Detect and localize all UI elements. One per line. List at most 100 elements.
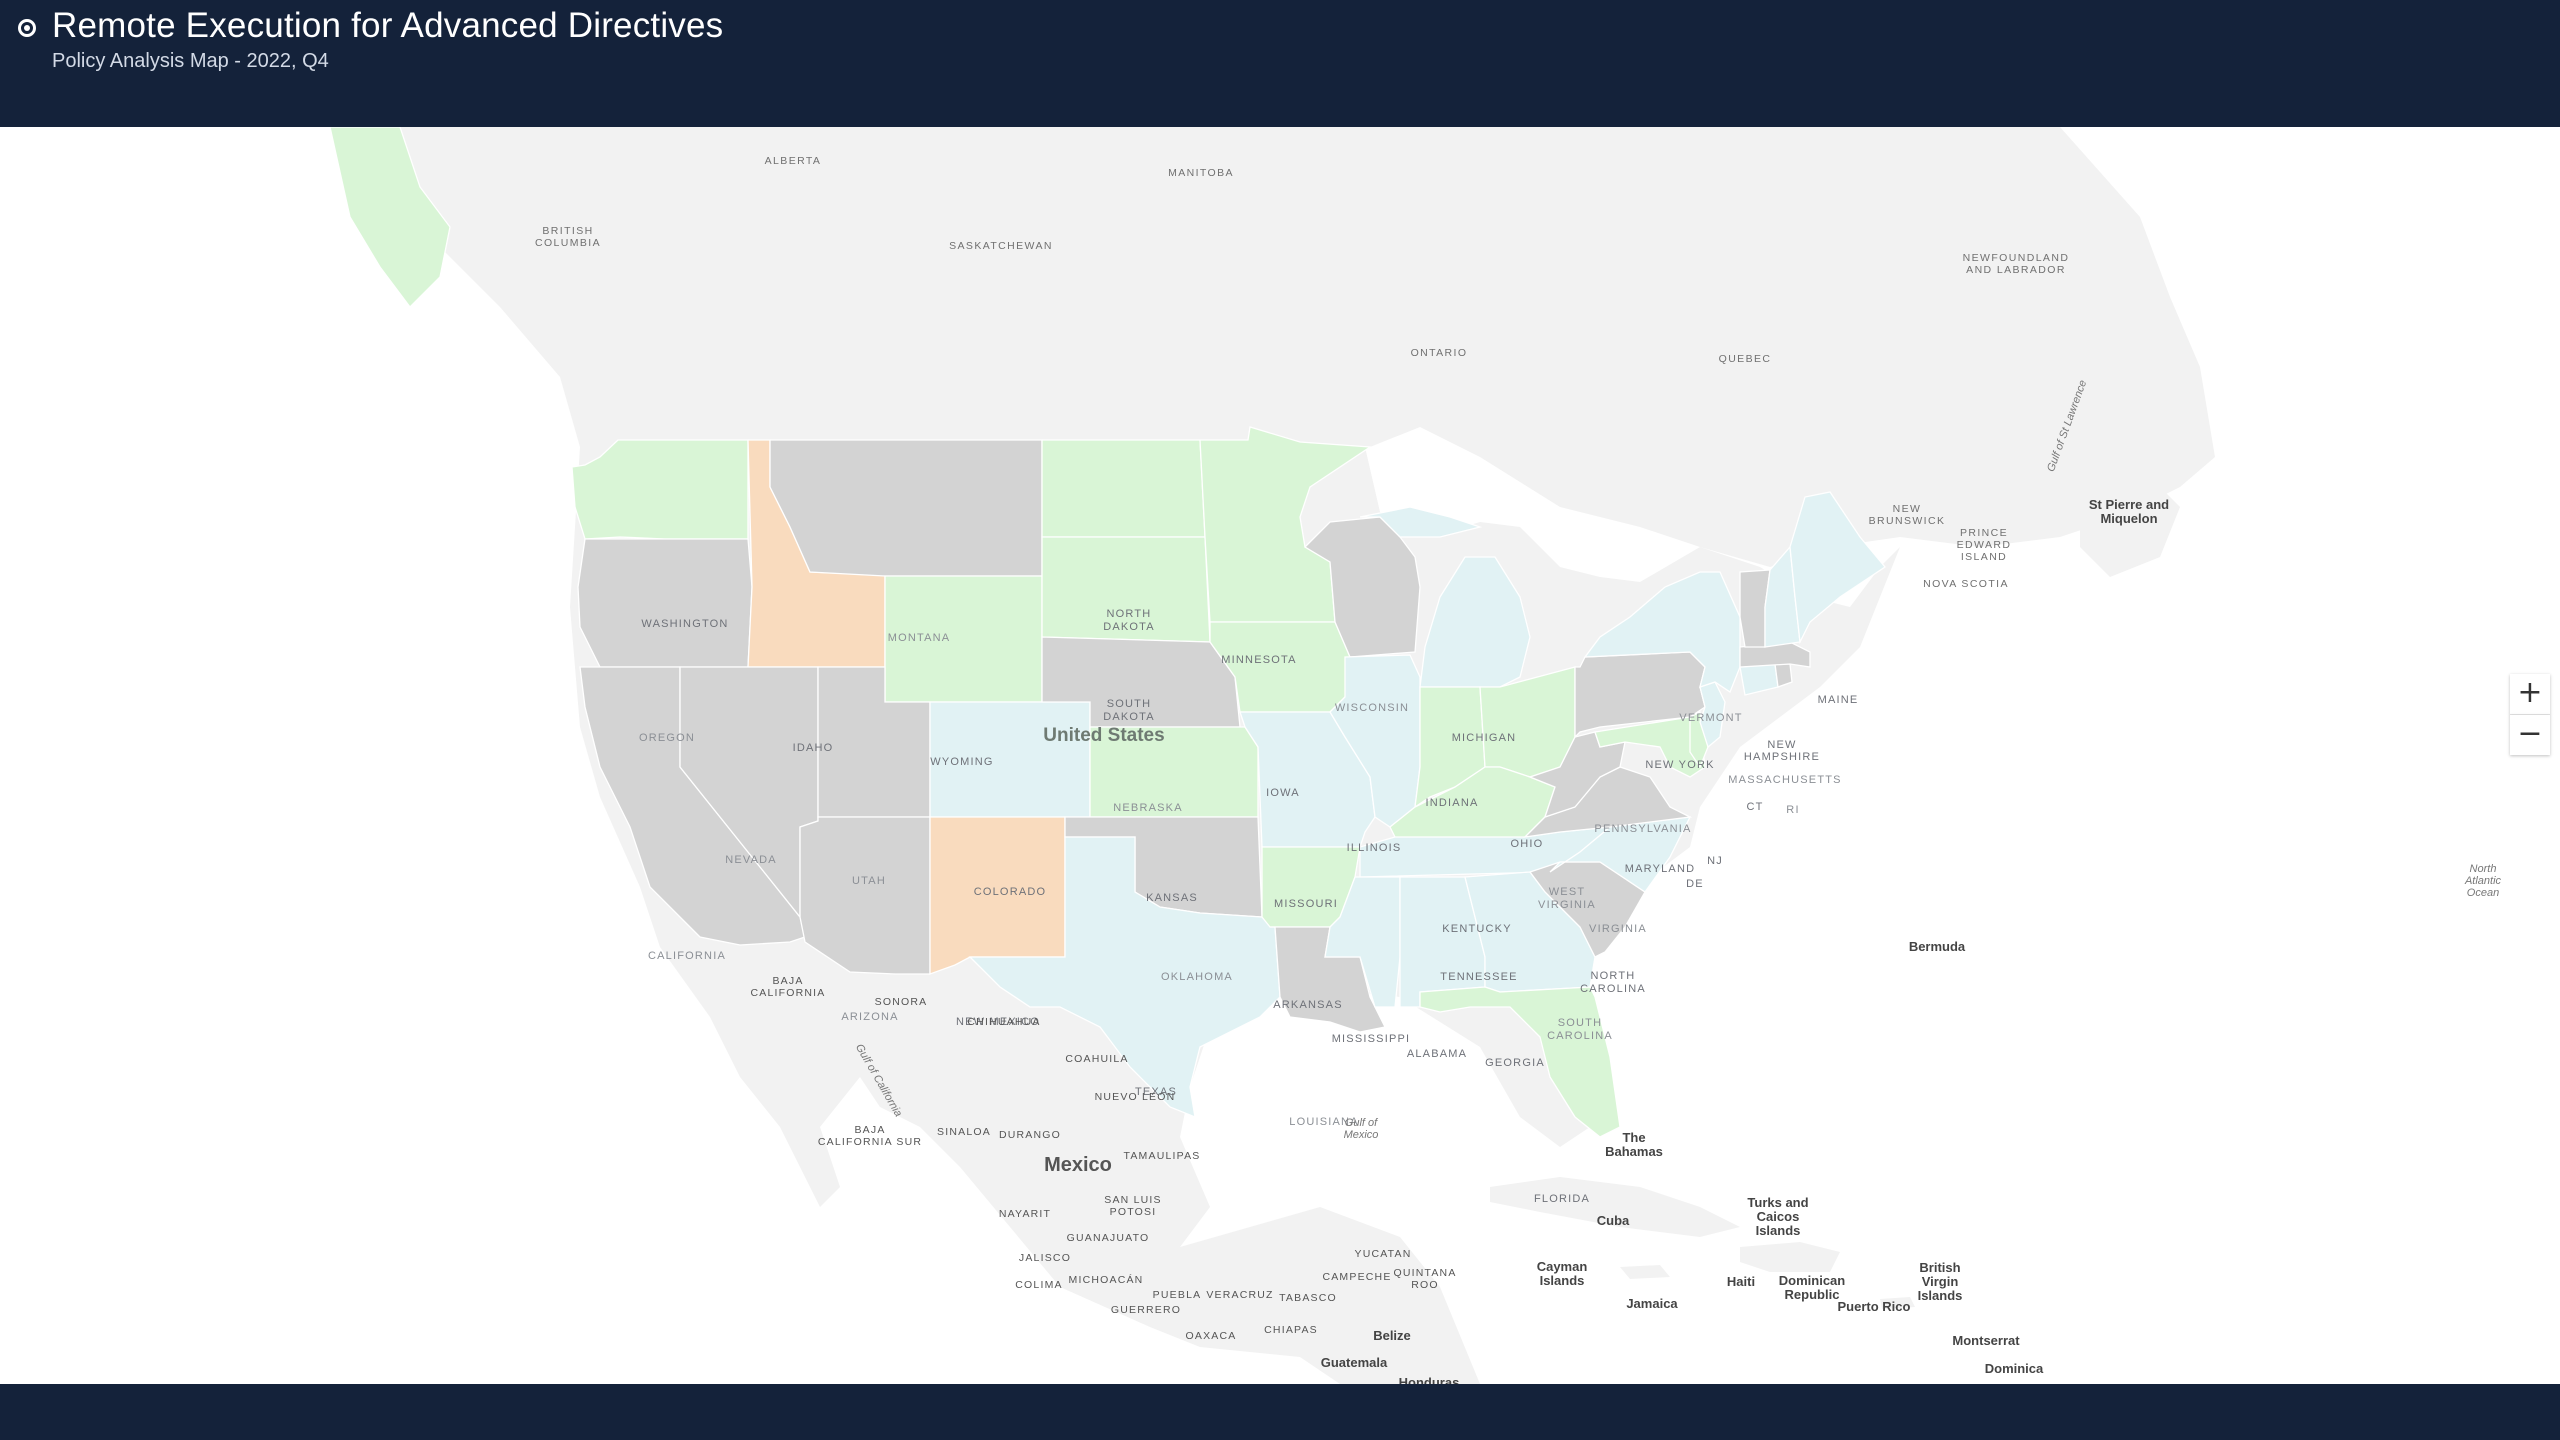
state-label-ar: ARKANSAS <box>1273 999 1343 1011</box>
state-label-wa: WASHINGTON <box>641 618 728 630</box>
label-quebec: QUEBEC <box>1719 353 1772 365</box>
label-bah-1: The <box>1622 1130 1645 1145</box>
label-dr-2: Republic <box>1785 1287 1840 1302</box>
label-spm-1: St Pierre and <box>2089 497 2169 512</box>
label-cay-1: Cayman <box>1537 1259 1588 1274</box>
label-nuevo-leon: NUEVO LEON <box>1095 1091 1176 1103</box>
label-baja-california-sur: BAJA CALIFORNIA SUR <box>818 1124 922 1148</box>
state-label-ne: NEBRASKA <box>1113 802 1183 814</box>
label-gom-1: Gulf of <box>1345 1117 1378 1129</box>
label-cayman: Cayman Islands <box>1537 1259 1588 1288</box>
label-belize: Belize <box>1373 1328 1411 1343</box>
label-alberta: ALBERTA <box>765 155 822 167</box>
state-label-ms: MISSISSIPPI <box>1332 1033 1411 1045</box>
state-label-or: OREGON <box>639 732 695 744</box>
label-san-luis-potosi: SAN LUIS POTOSI <box>1104 1194 1161 1218</box>
label-dominican-republic: Dominican Republic <box>1779 1273 1846 1302</box>
label-colima: COLIMA <box>1015 1279 1062 1291</box>
state-label-nd-line0: NORTH <box>1107 608 1152 620</box>
label-nb-2: BRUNSWICK <box>1869 515 1946 527</box>
state-label-ca: CALIFORNIA <box>648 950 726 962</box>
label-tc-1: Turks and <box>1747 1195 1808 1210</box>
label-oaxaca: OAXACA <box>1186 1330 1237 1342</box>
label-bvi-2: Virgin <box>1922 1274 1959 1289</box>
label-bah-2: Bahamas <box>1605 1144 1663 1159</box>
state-ND[interactable] <box>1041 439 1206 538</box>
state-label-sc-line1: CAROLINA <box>1547 1030 1613 1042</box>
state-label-sd-line0: SOUTH <box>1107 698 1152 710</box>
state-label-ri: RI <box>1786 804 1799 816</box>
label-st-pierre: St Pierre and Miquelon <box>2089 497 2169 526</box>
label-chihuahua: CHIHUAHUA <box>967 1016 1040 1028</box>
state-AZ[interactable] <box>799 816 931 975</box>
state-label-ia: IOWA <box>1266 787 1300 799</box>
label-campeche: CAMPECHE <box>1322 1271 1391 1283</box>
state-label-va: VIRGINIA <box>1589 923 1647 935</box>
state-label-mt: MONTANA <box>888 632 951 644</box>
state-label-mn: MINNESOTA <box>1221 654 1296 666</box>
state-label-nh: NEW HAMPSHIRE <box>1744 739 1820 763</box>
label-gom-2: Mexico <box>1344 1129 1379 1141</box>
state-label-al: ALABAMA <box>1407 1048 1467 1060</box>
label-na-2: Atlantic <box>2464 875 2502 887</box>
state-label-tn: TENNESSEE <box>1440 971 1517 983</box>
label-bermuda: Bermuda <box>1909 939 1966 954</box>
state-label-nh-line0: NEW <box>1767 739 1796 751</box>
state-label-wi: WISCONSIN <box>1335 702 1409 714</box>
zoom-out-button[interactable]: − <box>2510 715 2550 755</box>
label-turks-caicos: Turks and Caicos Islands <box>1747 1195 1808 1238</box>
page-subtitle: Policy Analysis Map - 2022, Q4 <box>52 50 329 72</box>
state-label-ny: NEW YORK <box>1645 759 1714 771</box>
zoom-in-button[interactable]: + <box>2510 674 2550 715</box>
state-label-md: MARYLAND <box>1625 863 1696 875</box>
label-nl-1: NEWFOUNDLAND <box>1963 252 2070 264</box>
state-label-mi: MICHIGAN <box>1452 732 1517 744</box>
map-canvas[interactable]: WASHINGTON OREGON CALIFORNIA IDAHO NEVADA MON… <box>0 127 2560 1384</box>
label-nayarit: NAYARIT <box>999 1208 1051 1220</box>
state-label-ma: MASSACHUSETTS <box>1728 774 1841 786</box>
state-label-vt: VERMONT <box>1679 712 1742 724</box>
label-nl-2: AND LABRADOR <box>1966 264 2066 276</box>
label-spm-2: Miquelon <box>2100 511 2157 526</box>
label-manitoba: MANITOBA <box>1168 167 1234 179</box>
state-MT[interactable] <box>769 439 1043 577</box>
state-label-sc-line0: SOUTH <box>1558 1017 1603 1029</box>
state-label-sd-line1: DAKOTA <box>1103 711 1155 723</box>
label-tc-2: Caicos <box>1757 1209 1800 1224</box>
state-label-az: ARIZONA <box>841 1011 898 1023</box>
page-title: Remote Execution for Advanced Directives <box>52 6 724 45</box>
label-cay-2: Islands <box>1540 1273 1585 1288</box>
label-bvi-1: British <box>1919 1260 1960 1275</box>
label-pei: PRINCE EDWARD ISLAND <box>1957 527 2012 563</box>
state-label-nj: NJ <box>1707 855 1723 867</box>
state-label-nh-line1: HAMPSHIRE <box>1744 751 1820 763</box>
label-chiapas: CHIAPAS <box>1264 1324 1318 1336</box>
state-label-ga: GEORGIA <box>1485 1057 1545 1069</box>
label-na-3: Ocean <box>2467 887 2499 899</box>
label-tabasco: TABASCO <box>1279 1292 1337 1304</box>
label-michoacan: MICHOACÁN <box>1069 1273 1144 1286</box>
label-pei-3: ISLAND <box>1961 551 2007 563</box>
state-label-nc-line0: NORTH <box>1591 970 1636 982</box>
state-label-ut: UTAH <box>852 875 886 887</box>
state-label-pa: PENNSYLVANIA <box>1594 823 1691 835</box>
label-coahuila: COAHUILA <box>1065 1053 1128 1065</box>
label-saskatchewan: SASKATCHEWAN <box>949 240 1053 252</box>
state-label-sc: SOUTH CAROLINA <box>1547 1017 1613 1042</box>
label-mexico: Mexico <box>1044 1154 1112 1176</box>
state-label-il: ILLINOIS <box>1347 842 1402 854</box>
state-label-nc: NORTH CAROLINA <box>1580 970 1646 995</box>
label-slp-a: SAN LUIS <box>1104 1194 1161 1206</box>
label-jamaica: Jamaica <box>1626 1296 1678 1311</box>
state-OR[interactable] <box>577 538 753 668</box>
state-RI[interactable] <box>1774 663 1793 688</box>
state-label-mo: MISSOURI <box>1274 898 1338 910</box>
label-yucatan: YUCATAN <box>1354 1248 1411 1260</box>
label-bahamas: The Bahamas <box>1605 1130 1663 1159</box>
label-united-states: United States <box>1043 725 1164 746</box>
label-puebla: PUEBLA <box>1153 1289 1202 1301</box>
label-cuba: Cuba <box>1597 1213 1630 1228</box>
label-honduras: Honduras <box>1399 1375 1460 1384</box>
label-gulf-mexico: Gulf of Mexico <box>1344 1117 1379 1141</box>
label-guerrero: GUERRERO <box>1111 1304 1181 1316</box>
